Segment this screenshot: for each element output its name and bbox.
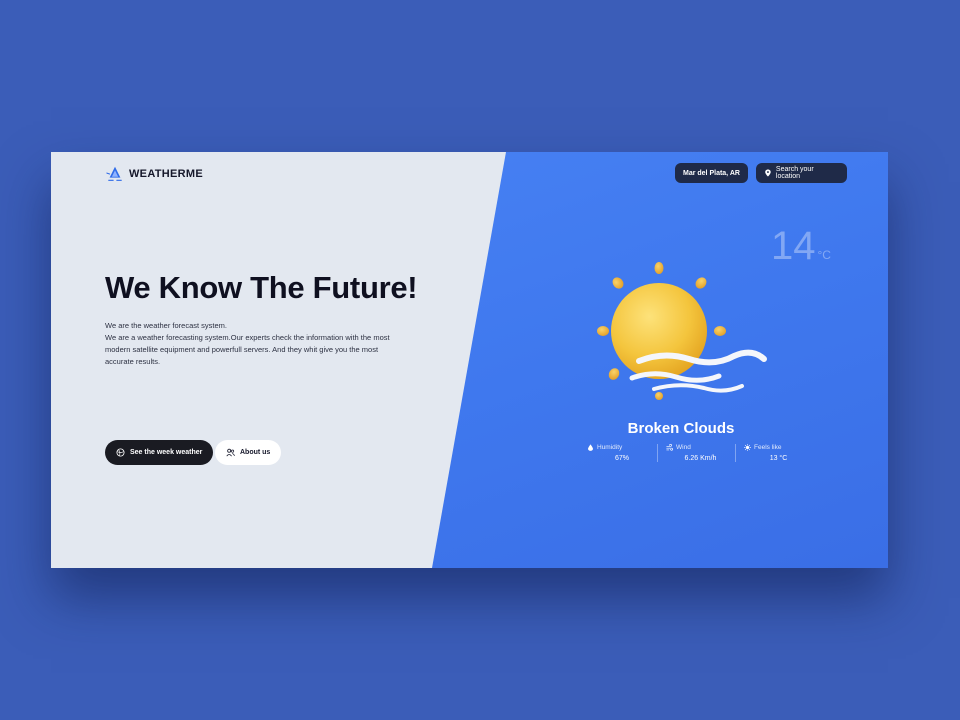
wind-label: Wind: [676, 444, 691, 451]
sun-with-wind-icon: [597, 262, 767, 400]
globe-icon: [116, 448, 125, 457]
humidity-value: 67%: [614, 455, 629, 462]
see-week-weather-label: See the week weather: [130, 449, 203, 456]
weather-stats: Humidity 67% Wind 6.26 Km/h Feels like 1…: [579, 444, 813, 462]
search-location-label: Search your location: [775, 166, 814, 180]
users-icon: [226, 448, 235, 457]
humidity-label: Humidity: [597, 444, 623, 451]
sun-small-icon: [744, 444, 751, 451]
temperature-unit: °C: [817, 248, 831, 262]
location-button[interactable]: Mar del Plata, AR: [675, 163, 748, 183]
weather-condition: Broken Clouds: [627, 420, 735, 437]
hero-title: We Know The Future!: [105, 270, 418, 305]
map-pin-icon: [765, 169, 771, 177]
brand-logo[interactable]: WEATHERME: [106, 165, 203, 183]
feels-like-value: 13 °C: [769, 455, 788, 462]
see-week-weather-button[interactable]: See the week weather: [105, 440, 214, 465]
hero-desc-line2: We are a weather forecasting system.Our …: [105, 333, 390, 366]
about-us-label: About us: [240, 449, 271, 456]
stat-wind: Wind 6.26 Km/h: [657, 444, 735, 462]
weather-card: WEATHERME We Know The Future! We are the…: [51, 152, 888, 568]
search-location-button[interactable]: Search your location: [756, 163, 847, 183]
wind-value: 6.26 Km/h: [684, 455, 717, 462]
about-us-button[interactable]: About us: [215, 440, 282, 465]
hero-desc-line1: We are the weather forecast system.: [105, 321, 227, 330]
location-label: Mar del Plata, AR: [683, 169, 740, 177]
hero-description: We are the weather forecast system. We a…: [105, 320, 405, 368]
stat-feels-like: Feels like 13 °C: [735, 444, 813, 462]
droplet-icon: [588, 444, 593, 451]
stat-humidity: Humidity 67%: [579, 444, 657, 462]
feels-like-label: Feels like: [754, 444, 782, 451]
snowflake-logo-icon: [106, 166, 122, 181]
wind-icon: [666, 444, 673, 451]
brand-name: WEATHERME: [129, 168, 203, 180]
